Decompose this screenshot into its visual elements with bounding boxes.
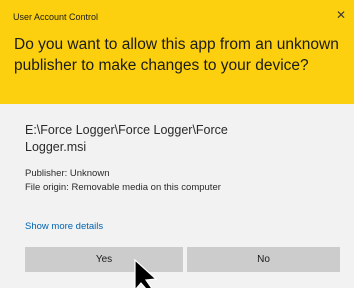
file-path-text: E:\Force Logger\Force Logger\Force Logge… <box>25 123 228 154</box>
show-more-details-link[interactable]: Show more details <box>25 221 103 232</box>
no-button[interactable]: No <box>187 247 340 272</box>
prompt-question: Do you want to allow this app from an un… <box>14 36 339 74</box>
mouse-pointer-icon <box>134 259 158 288</box>
window-title: User Account Control <box>13 12 99 22</box>
uac-dialog: User Account Control ✕ Do you want to al… <box>0 0 354 288</box>
dialog-header: User Account Control ✕ Do you want to al… <box>0 0 354 104</box>
file-origin-text: File origin: Removable media on this com… <box>25 182 221 193</box>
publisher-text: Publisher: Unknown <box>25 168 110 179</box>
close-icon[interactable]: ✕ <box>334 8 348 22</box>
